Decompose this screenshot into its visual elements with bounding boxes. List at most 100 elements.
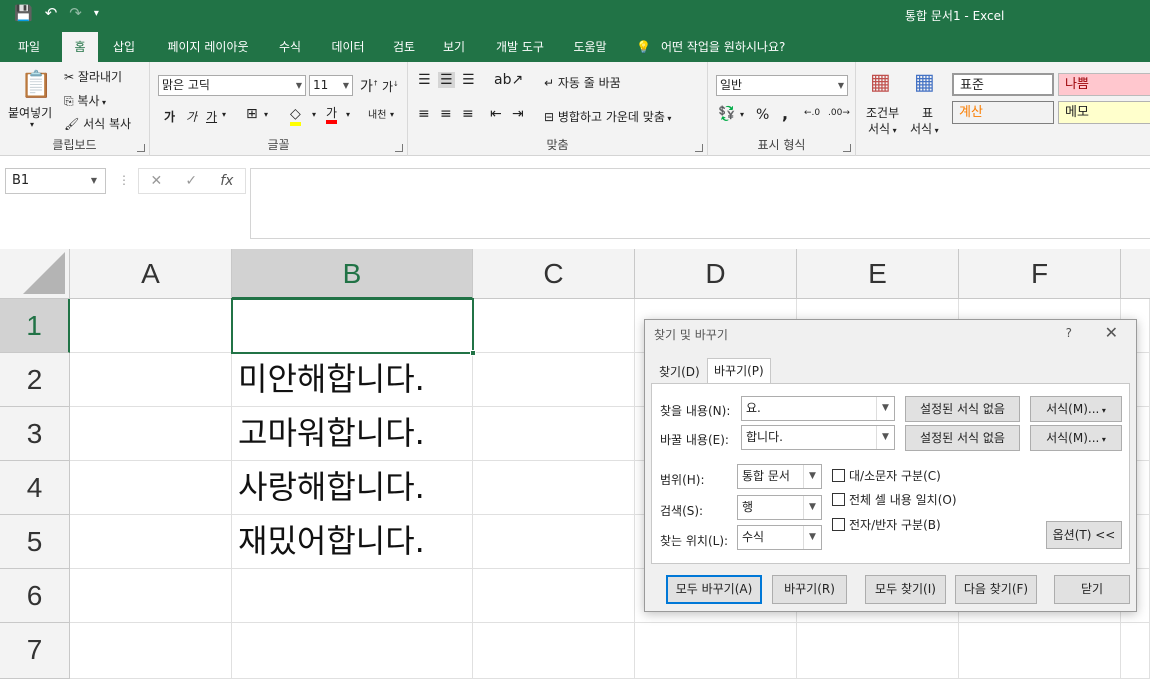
row-header-4[interactable]: 4 <box>0 461 70 515</box>
fill-color-icon[interactable]: ◇ <box>290 106 301 126</box>
paste-icon[interactable]: 📋 <box>20 70 52 100</box>
column-header-c[interactable]: C <box>473 249 635 299</box>
find-all-button[interactable]: 모두 찾기(I) <box>865 575 946 604</box>
tab-page-layout[interactable]: 페이지 레이아웃 <box>156 32 260 62</box>
align-top-icon[interactable]: ☰ <box>418 72 431 88</box>
row-header-1[interactable]: 1 <box>0 299 70 353</box>
font-color-dropdown-icon[interactable]: ▾ <box>346 110 350 119</box>
align-left-icon[interactable]: ≡ <box>418 106 430 122</box>
within-select[interactable]: 통합 문서 ▼ <box>737 464 822 489</box>
style-normal[interactable]: 표준 <box>952 73 1054 96</box>
increase-decimal-icon[interactable]: ←.0 <box>804 108 820 118</box>
paste-dropdown-icon[interactable]: ▾ <box>30 120 34 129</box>
paste-button[interactable]: 붙여넣기 <box>8 104 52 121</box>
tab-find[interactable]: 찾기(D) <box>653 360 706 385</box>
row-header-5[interactable]: 5 <box>0 515 70 569</box>
match-width-checkbox[interactable]: 전자/반자 구분(B) <box>832 516 941 533</box>
active-cell-b1[interactable] <box>231 298 476 356</box>
chevron-down-icon[interactable]: ▼ <box>876 397 894 420</box>
replace-button[interactable]: 바꾸기(R) <box>772 575 847 604</box>
row-header-6[interactable]: 6 <box>0 569 70 623</box>
tab-formulas[interactable]: 수식 <box>270 32 310 62</box>
format-as-table-button[interactable]: 표 <box>922 104 933 121</box>
fill-handle[interactable] <box>470 350 476 356</box>
grid-cell[interactable] <box>635 623 797 679</box>
enter-icon[interactable]: ✓ <box>185 173 197 189</box>
tab-insert[interactable]: 삽입 <box>104 32 144 62</box>
tab-view[interactable]: 보기 <box>434 32 474 62</box>
phonetic-dropdown-icon[interactable]: ▾ <box>390 110 394 119</box>
column-header-e[interactable]: E <box>797 249 959 299</box>
grid-cell[interactable] <box>232 569 473 623</box>
column-header-a[interactable]: A <box>70 249 232 299</box>
find-format-button[interactable]: 서식(M)... ▾ <box>1030 396 1122 422</box>
grid-cell[interactable] <box>70 569 232 623</box>
redo-icon[interactable]: ↷ <box>69 4 82 22</box>
close-button[interactable]: 닫기 <box>1054 575 1130 604</box>
align-middle-icon[interactable]: ☰ <box>438 72 455 88</box>
row-header-3[interactable]: 3 <box>0 407 70 461</box>
grid-cell[interactable] <box>473 407 635 461</box>
increase-indent-icon[interactable]: ⇥ <box>512 106 524 122</box>
grid-cell[interactable] <box>232 623 473 679</box>
cell-b5[interactable]: 재밌어합니다. <box>232 515 473 569</box>
tab-review[interactable]: 검토 <box>384 32 424 62</box>
font-color-icon[interactable]: 가 <box>326 106 338 124</box>
accounting-dropdown-icon[interactable]: ▾ <box>740 110 744 119</box>
font-name-combo[interactable]: 맑은 고딕 ▼ <box>158 75 306 96</box>
grow-font-button[interactable]: 가↑ <box>360 76 379 96</box>
match-entire-checkbox[interactable]: 전체 셀 내용 일치(O) <box>832 491 957 508</box>
wrap-text-button[interactable]: ↵ 자동 줄 바꿈 <box>544 74 621 91</box>
copy-button[interactable]: ⎘ 복사 ▾ <box>64 92 106 109</box>
undo-icon[interactable]: ↶ <box>45 4 58 22</box>
grid-cell[interactable] <box>959 623 1121 679</box>
find-what-input[interactable]: 요. ▼ <box>741 396 895 421</box>
accounting-format-icon[interactable]: 💱 <box>718 106 735 122</box>
grid-cell[interactable] <box>70 407 232 461</box>
replace-all-button[interactable]: 모두 바꾸기(A) <box>666 575 762 604</box>
grid-cell[interactable] <box>473 569 635 623</box>
cut-button[interactable]: ✂ 잘라내기 <box>64 68 122 85</box>
grid-cell[interactable] <box>1121 623 1150 679</box>
grid-cell[interactable] <box>473 623 635 679</box>
select-all-button[interactable] <box>0 249 70 299</box>
align-bottom-icon[interactable]: ☰ <box>462 72 475 88</box>
borders-icon[interactable]: ⊞ <box>246 106 258 122</box>
merge-center-button[interactable]: ⊟ 병합하고 가운데 맞춤 ▾ <box>544 108 671 125</box>
look-in-select[interactable]: 수식 ▼ <box>737 525 822 550</box>
name-box[interactable]: B1 ▼ <box>5 168 106 194</box>
cell-b2[interactable]: 미안해합니다. <box>232 353 473 407</box>
customize-icon[interactable]: ▾ <box>94 8 99 19</box>
cell-b4[interactable]: 사랑해합니다. <box>232 461 473 515</box>
replace-with-input[interactable]: 합니다. ▼ <box>741 425 895 450</box>
font-launcher-icon[interactable] <box>395 144 403 152</box>
style-note[interactable]: 메모 <box>1058 101 1150 124</box>
align-right-icon[interactable]: ≡ <box>462 106 474 122</box>
clipboard-launcher-icon[interactable] <box>137 144 145 152</box>
grid-cell[interactable] <box>473 299 635 353</box>
conditional-formatting-button-line2[interactable]: 서식 ▾ <box>868 120 897 137</box>
cancel-icon[interactable]: ✕ <box>151 173 163 189</box>
replace-format-button[interactable]: 서식(M)... ▾ <box>1030 425 1122 451</box>
row-header-2[interactable]: 2 <box>0 353 70 407</box>
grid-cell[interactable] <box>70 353 232 407</box>
decrease-decimal-icon[interactable]: .00→ <box>828 108 850 118</box>
decrease-indent-icon[interactable]: ⇤ <box>490 106 502 122</box>
tab-file[interactable]: 파일 <box>6 32 52 62</box>
orientation-icon[interactable]: ab↗ <box>494 72 523 88</box>
grid-cell[interactable] <box>473 461 635 515</box>
format-as-table-button-line2[interactable]: 서식 ▾ <box>910 120 939 137</box>
save-icon[interactable]: 💾 <box>14 4 33 22</box>
tab-data[interactable]: 데이터 <box>322 32 374 62</box>
grid-cell[interactable] <box>70 623 232 679</box>
tab-replace[interactable]: 바꾸기(P) <box>707 358 771 384</box>
align-center-icon[interactable]: ≡ <box>440 106 452 122</box>
column-header-f[interactable]: F <box>959 249 1121 299</box>
grid-cell[interactable] <box>70 461 232 515</box>
options-button[interactable]: 옵션(T) << <box>1046 521 1122 549</box>
italic-button[interactable]: 가 <box>186 108 197 125</box>
comma-button[interactable]: , <box>782 104 788 123</box>
number-format-combo[interactable]: 일반 ▼ <box>716 75 848 96</box>
formula-input[interactable] <box>250 168 1150 239</box>
conditional-formatting-button[interactable]: 조건부 <box>866 104 899 121</box>
